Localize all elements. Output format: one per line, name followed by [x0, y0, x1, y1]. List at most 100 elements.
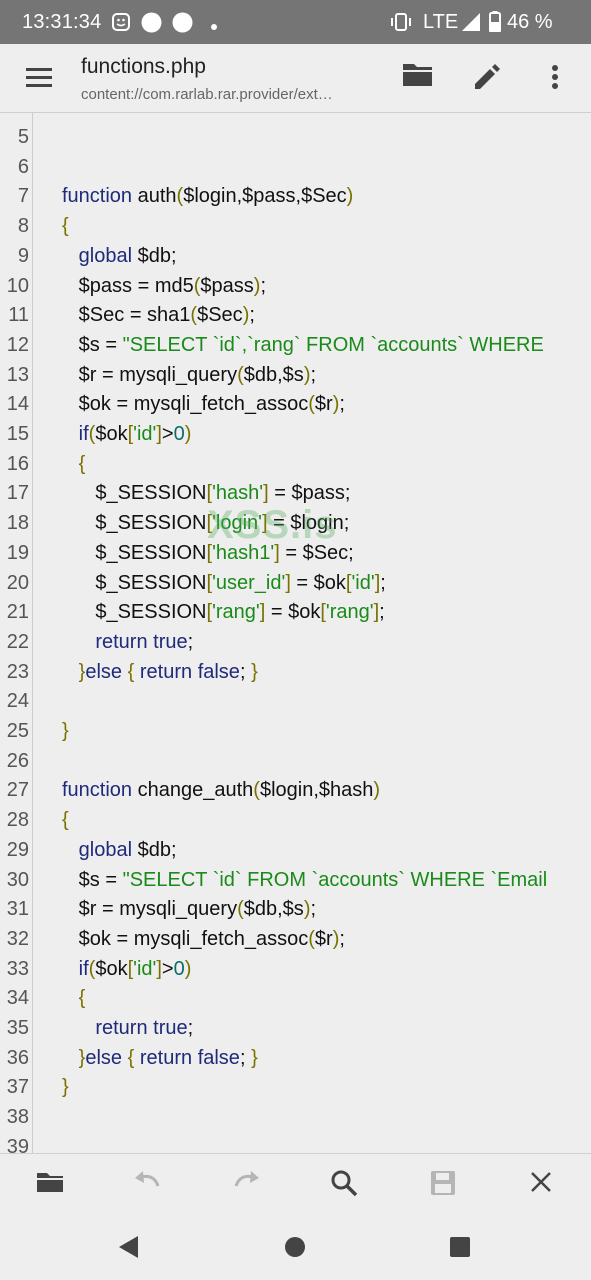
- line-number: 19: [6, 541, 29, 564]
- code-line[interactable]: 13 $r = mysqli_query($db,$s);: [0, 361, 591, 391]
- code-line[interactable]: 16 {: [0, 450, 591, 480]
- line-number: 11: [8, 304, 29, 327]
- line-code: $r = mysqli_query($db,$s);: [62, 898, 317, 921]
- line-number: 8: [17, 215, 29, 238]
- line-code: function change_auth($login,$hash): [62, 779, 381, 802]
- code-line[interactable]: 9 global $db;: [0, 242, 591, 272]
- line-number: 37: [6, 1076, 29, 1099]
- line-code: $Sec = sha1($Sec);: [62, 304, 255, 327]
- line-code: {: [78, 987, 86, 1010]
- code-line[interactable]: 32 $ok = mysqli_fetch_assoc($r);: [0, 925, 591, 955]
- back-icon[interactable]: [115, 1233, 143, 1261]
- code-line[interactable]: 28 {: [0, 806, 591, 836]
- code-line[interactable]: 27 function change_auth($login,$hash): [0, 776, 591, 806]
- folder-open-icon[interactable]: [400, 60, 440, 96]
- line-number: 36: [6, 1046, 29, 1069]
- status-time: 13:31:34: [22, 11, 102, 33]
- redo-icon[interactable]: [230, 1168, 262, 1200]
- code-line[interactable]: 31 $r = mysqli_query($db,$s);: [0, 895, 591, 925]
- code-line[interactable]: 35 return true;: [0, 1014, 591, 1044]
- code-line[interactable]: 36 }else { return false; }: [0, 1044, 591, 1074]
- line-number: 30: [6, 868, 29, 891]
- line-code: $_SESSION['user_id'] = $ok['id'];: [62, 571, 386, 594]
- home-icon[interactable]: [281, 1233, 309, 1261]
- code-line[interactable]: 34 {: [0, 984, 591, 1014]
- line-number: 34: [6, 987, 29, 1010]
- code-line[interactable]: 10 $pass = md5($pass);: [0, 272, 591, 302]
- code-line[interactable]: 15 if($ok['id']>0): [0, 420, 591, 450]
- code-line[interactable]: 14 $ok = mysqli_fetch_assoc($r);: [0, 390, 591, 420]
- code-line[interactable]: 30 $s = "SELECT `id` FROM `accounts` WHE…: [0, 866, 591, 896]
- line-number: 24: [6, 690, 29, 713]
- file-path: content://com.rarlab.rar.provider/ext…: [81, 86, 333, 103]
- code-line[interactable]: 11 $Sec = sha1($Sec);: [0, 301, 591, 331]
- line-number: 14: [6, 393, 29, 416]
- line-code: $s = "SELECT `id` FROM `accounts` WHERE …: [62, 868, 548, 891]
- menu-icon[interactable]: [24, 66, 56, 92]
- code-line[interactable]: 20 $_SESSION['user_id'] = $ok['id'];: [0, 569, 591, 599]
- line-code: $ok = mysqli_fetch_assoc($r);: [62, 393, 345, 416]
- undo-icon[interactable]: [132, 1168, 164, 1200]
- code-line[interactable]: 37}: [0, 1073, 591, 1103]
- code-line[interactable]: 6: [0, 153, 591, 183]
- line-code: {: [62, 809, 69, 832]
- line-code: $pass = md5($pass);: [62, 274, 267, 297]
- line-code: }else { return false; }: [78, 660, 258, 683]
- line-code: function auth($login,$pass,$Sec): [62, 185, 354, 208]
- save-icon[interactable]: [428, 1168, 460, 1200]
- open-folder-icon[interactable]: [34, 1168, 66, 1200]
- line-code: }: [62, 1076, 69, 1099]
- line-code: $_SESSION['rang'] = $ok['rang'];: [62, 601, 385, 624]
- code-line[interactable]: 8{: [0, 212, 591, 242]
- battery-icon: [489, 11, 501, 37]
- code-line[interactable]: 26: [0, 747, 591, 777]
- line-number: 38: [6, 1106, 29, 1129]
- line-code: }: [62, 720, 69, 742]
- line-number: 25: [6, 720, 29, 742]
- watermark: XSS.is: [207, 503, 338, 547]
- code-editor[interactable]: 5 6 7 function auth($login,$pass,$Sec) 8{9 g…: [0, 113, 591, 1153]
- line-number: 17: [6, 482, 29, 505]
- code-line[interactable]: 24: [0, 687, 591, 717]
- line-number: 12: [6, 333, 29, 356]
- code-line[interactable]: 22 return true;: [0, 628, 591, 658]
- code-line[interactable]: 23 }else { return false; }: [0, 658, 591, 688]
- code-line[interactable]: 38: [0, 1103, 591, 1133]
- face-notification-icon: [111, 12, 131, 37]
- line-number: 20: [6, 571, 29, 594]
- circle-notification-icon: [141, 12, 162, 38]
- code-line[interactable]: 12 $s = "SELECT `id`,`rang` FROM `accoun…: [0, 331, 591, 361]
- recents-icon[interactable]: [446, 1233, 474, 1261]
- app-bar: functions.php content://com.rarlab.rar.p…: [0, 44, 591, 113]
- line-code: if($ok['id']>0): [78, 423, 192, 445]
- line-number: 27: [6, 779, 29, 802]
- code-line[interactable]: 29 global $db;: [0, 836, 591, 866]
- line-code: $ok = mysqli_fetch_assoc($r);: [62, 927, 345, 950]
- dot-icon: [210, 18, 218, 36]
- search-icon[interactable]: [329, 1168, 361, 1200]
- edit-icon[interactable]: [470, 60, 510, 96]
- line-code: $s = "SELECT `id`,`rang` FROM `accounts`…: [62, 333, 544, 356]
- line-number: 16: [6, 452, 29, 475]
- line-number: 9: [17, 244, 29, 267]
- code-line[interactable]: 25}: [0, 717, 591, 747]
- line-code: {: [78, 452, 86, 475]
- circle-notification-icon: [172, 12, 193, 38]
- code-line[interactable]: 7 function auth($login,$pass,$Sec): [0, 182, 591, 212]
- line-number: 13: [6, 363, 29, 386]
- line-code: if($ok['id']>0): [78, 957, 192, 980]
- code-line[interactable]: 21 $_SESSION['rang'] = $ok['rang'];: [0, 598, 591, 628]
- signal-icon: [462, 13, 480, 36]
- vibrate-icon: [389, 12, 413, 37]
- code-line[interactable]: 5: [0, 123, 591, 153]
- code-line[interactable]: 33 if($ok['id']>0): [0, 955, 591, 985]
- line-number: 6: [17, 155, 29, 178]
- more-vert-icon[interactable]: [540, 60, 570, 96]
- line-number: 10: [6, 274, 29, 297]
- line-code: global $db;: [78, 838, 177, 861]
- code-line[interactable]: 39: [0, 1133, 591, 1153]
- line-code: $r = mysqli_query($db,$s);: [62, 363, 317, 386]
- line-number: 21: [6, 601, 29, 624]
- close-icon[interactable]: [527, 1168, 559, 1200]
- battery-percent: 46 %: [507, 11, 553, 33]
